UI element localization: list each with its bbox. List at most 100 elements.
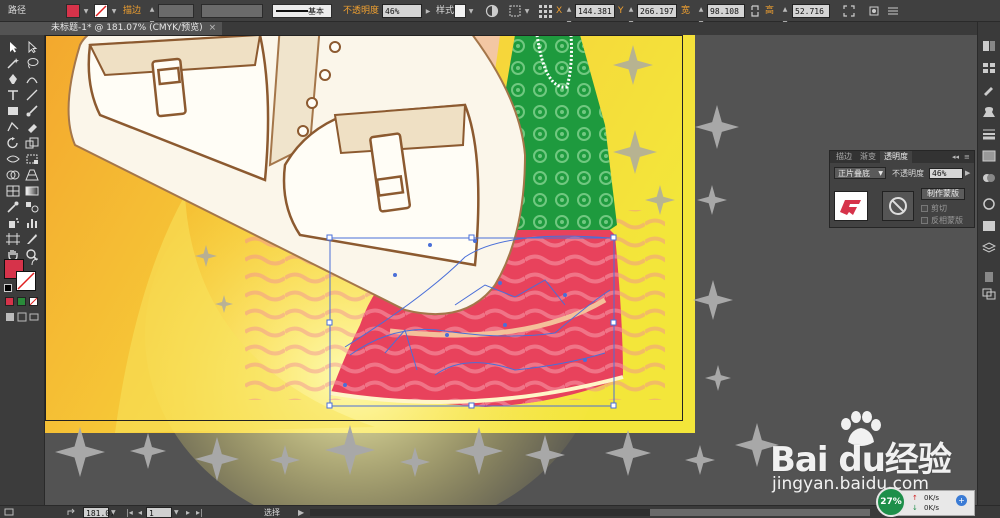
mesh-tool-icon[interactable] — [6, 185, 20, 197]
opacity-field[interactable]: 46% — [382, 4, 422, 18]
lasso-tool-icon[interactable] — [25, 57, 39, 69]
mask-thumbnail[interactable] — [882, 191, 914, 221]
magic-wand-tool-icon[interactable] — [6, 57, 20, 69]
transform-icon[interactable] — [842, 4, 856, 18]
width-stepper[interactable]: ▲▼ — [697, 3, 705, 27]
width-tool-icon[interactable] — [6, 153, 20, 165]
gradient-panel-icon[interactable] — [982, 150, 996, 162]
draw-behind-icon[interactable] — [17, 312, 27, 322]
status-menu-icon[interactable]: ▶ — [298, 507, 304, 518]
gradient-mode-icon[interactable] — [17, 297, 26, 306]
stroke-color-swatch[interactable] — [16, 271, 36, 291]
panel-menu-icon[interactable]: ≡ — [964, 152, 970, 162]
artboard-tool-icon[interactable] — [6, 233, 20, 245]
last-artboard-icon[interactable]: ▸| — [196, 507, 203, 518]
swatches-panel-icon[interactable] — [982, 62, 996, 74]
x-stepper[interactable]: ▲▼ — [565, 3, 573, 27]
scale-tool-icon[interactable] — [25, 137, 39, 149]
reference-point-icon[interactable] — [538, 4, 552, 18]
close-tab-icon[interactable]: × — [209, 23, 217, 33]
fill-swatch[interactable] — [66, 4, 80, 18]
align-to-icon[interactable] — [508, 4, 522, 18]
brush-definition-select[interactable]: 基本 — [272, 4, 332, 18]
default-colors-icon[interactable] — [4, 284, 12, 292]
horizontal-scrollbar[interactable] — [310, 509, 870, 516]
rectangle-tool-icon[interactable] — [6, 105, 20, 117]
appearance-panel-icon[interactable] — [982, 198, 996, 210]
status-nav-icon[interactable] — [4, 507, 14, 518]
style-swatch[interactable] — [454, 4, 466, 18]
tab-gradient[interactable]: 渐变 — [856, 151, 880, 163]
style-dropdown-icon[interactable]: ▼ — [467, 5, 475, 19]
zoom-dropdown-icon[interactable]: ▼ — [111, 507, 116, 518]
blend-mode-select[interactable]: 正片叠底 ▼ — [834, 167, 886, 179]
direct-selection-tool-icon[interactable] — [25, 41, 39, 53]
previous-artboard-icon[interactable]: ◂ — [138, 507, 142, 518]
artboards-panel-icon[interactable] — [982, 288, 996, 300]
perspective-grid-tool-icon[interactable] — [25, 169, 39, 181]
invert-mask-checkbox[interactable]: 反相蒙版 — [921, 216, 963, 226]
share-icon[interactable] — [66, 507, 76, 518]
isolate-object-icon[interactable] — [867, 4, 881, 18]
dock-scrollbar-thumb[interactable] — [985, 272, 993, 282]
symbol-sprayer-tool-icon[interactable] — [6, 217, 20, 229]
first-artboard-icon[interactable]: |◂ — [126, 507, 133, 518]
line-tool-icon[interactable] — [25, 89, 39, 101]
rotate-tool-icon[interactable] — [6, 137, 20, 149]
horizontal-scrollbar-thumb[interactable] — [650, 509, 870, 516]
free-transform-tool-icon[interactable] — [25, 153, 39, 165]
gradient-tool-icon[interactable] — [25, 185, 39, 197]
fill-dropdown-icon[interactable]: ▼ — [82, 5, 90, 19]
eraser-tool-icon[interactable] — [25, 121, 39, 133]
layers-panel-icon[interactable] — [981, 242, 997, 254]
draw-normal-icon[interactable] — [5, 312, 15, 322]
width-field[interactable]: 98.108 m — [707, 4, 745, 18]
opacity-label[interactable]: 不透明度 — [343, 4, 379, 18]
opacity-slider-toggle-icon[interactable]: ▶ — [965, 168, 970, 178]
clip-checkbox[interactable]: 剪切 — [921, 204, 947, 214]
panel-collapse-icon[interactable]: ◂◂ — [952, 152, 959, 162]
opacity-dropdown-icon[interactable]: ▶ — [424, 5, 432, 19]
object-thumbnail[interactable] — [834, 191, 868, 221]
transparency-panel-icon[interactable] — [982, 172, 996, 184]
artboard-number-field[interactable]: 1 — [146, 507, 172, 518]
variable-width-profile[interactable] — [201, 4, 263, 18]
panel-opacity-field[interactable]: 46% — [929, 168, 963, 179]
stroke-none-swatch[interactable] — [94, 4, 108, 18]
brushes-panel-icon[interactable] — [982, 84, 996, 96]
network-speed-widget[interactable]: 27% ↑ ↓ 0K/s 0K/s + — [876, 487, 975, 517]
y-field[interactable]: 266.197 m — [637, 4, 677, 18]
tab-stroke[interactable]: 描边 — [832, 151, 856, 163]
curvature-tool-icon[interactable] — [25, 73, 39, 85]
pen-tool-icon[interactable] — [6, 73, 20, 85]
stroke-weight-field[interactable] — [158, 4, 194, 18]
blend-tool-icon[interactable] — [25, 201, 39, 213]
widget-plus-icon[interactable]: + — [956, 495, 967, 506]
stroke-label[interactable]: 描边 — [123, 4, 141, 18]
color-mode-icon[interactable] — [5, 297, 14, 306]
color-panel-icon[interactable] — [982, 40, 996, 52]
column-graph-tool-icon[interactable] — [25, 217, 39, 229]
graphic-styles-panel-icon[interactable] — [982, 220, 996, 232]
stroke-dropdown-icon[interactable]: ▼ — [110, 5, 118, 19]
tab-transparency[interactable]: 透明度 — [880, 151, 912, 163]
type-tool-icon[interactable] — [6, 89, 20, 101]
height-field[interactable]: 52.716 m — [792, 4, 830, 18]
artboard-dropdown-icon[interactable]: ▼ — [174, 507, 179, 518]
height-stepper[interactable]: ▲▼ — [781, 3, 789, 27]
y-stepper[interactable]: ▲▼ — [627, 3, 635, 27]
stroke-weight-stepper[interactable]: ▲▼ — [148, 3, 156, 27]
swap-fill-stroke-icon[interactable] — [30, 257, 40, 267]
eyedropper-tool-icon[interactable] — [6, 201, 20, 213]
zoom-field[interactable]: 181.07 — [83, 507, 115, 518]
paintbrush-tool-icon[interactable] — [25, 105, 39, 117]
constrain-proportions-icon[interactable] — [749, 4, 761, 18]
recolor-artwork-icon[interactable] — [485, 4, 499, 18]
stroke-panel-icon[interactable] — [982, 128, 996, 140]
shaper-tool-icon[interactable] — [6, 121, 20, 133]
screen-mode-icon[interactable] — [29, 312, 39, 322]
symbols-panel-icon[interactable] — [982, 106, 996, 118]
slice-tool-icon[interactable] — [25, 233, 39, 245]
none-mode-icon[interactable] — [29, 297, 38, 306]
panel-menu-icon[interactable] — [886, 4, 900, 18]
